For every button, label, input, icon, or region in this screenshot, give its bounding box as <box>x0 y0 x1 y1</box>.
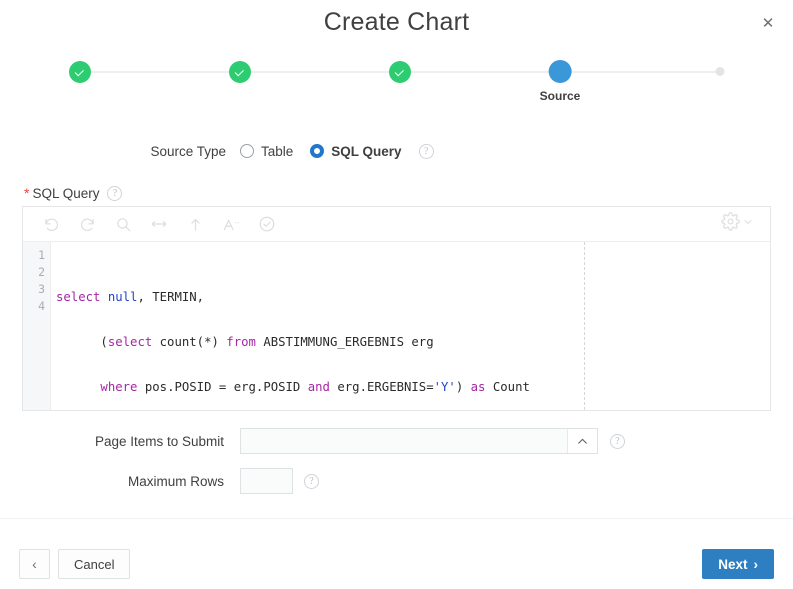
step-1-check-icon <box>69 61 91 83</box>
font-size-icon[interactable] <box>213 211 249 237</box>
page-items-row: Page Items to Submit ? <box>0 428 793 454</box>
page-title: Create Chart <box>323 8 470 36</box>
step-4-label: Source <box>539 89 581 103</box>
radio-label-table: Table <box>261 143 294 159</box>
step-2-check-icon <box>229 61 251 83</box>
sql-editor-toolbar <box>23 207 770 242</box>
upload-icon[interactable] <box>177 211 213 237</box>
sql-query-label: SQL Query <box>32 186 100 201</box>
source-type-row: Source Type Table SQL Query ? <box>0 140 793 162</box>
line-number: 3 <box>38 282 45 296</box>
help-icon-sql-query[interactable]: ? <box>107 186 123 201</box>
line-number: 1 <box>38 248 45 262</box>
chevron-up-icon[interactable] <box>567 429 597 453</box>
step-4-dot-icon <box>548 60 572 83</box>
line-number: 2 <box>38 265 45 279</box>
radio-option-sql-query[interactable]: SQL Query <box>310 143 402 159</box>
page-items-combo[interactable] <box>240 428 598 454</box>
radio-option-table[interactable]: Table <box>240 144 293 159</box>
help-icon-maximum-rows[interactable]: ? <box>304 473 319 489</box>
horizontal-arrows-icon[interactable] <box>141 211 177 237</box>
close-icon[interactable]: ✕ <box>757 12 779 34</box>
maximum-rows-label: Maximum Rows <box>127 473 224 489</box>
chevron-down-icon <box>742 215 754 233</box>
next-button[interactable]: Next › <box>702 549 774 579</box>
step-2[interactable] <box>229 56 251 89</box>
step-3-check-icon <box>389 61 411 83</box>
search-icon[interactable] <box>105 211 141 237</box>
cancel-button[interactable]: Cancel <box>58 549 131 579</box>
sql-code-area[interactable]: select null, TERMIN, (select count(*) fr… <box>51 242 770 410</box>
code-line-3: where pos.POSID = erg.POSID and erg.ERGE… <box>100 380 530 394</box>
sql-query-label-row: * SQL Query ? <box>24 185 123 201</box>
step-1[interactable] <box>69 56 91 89</box>
editor-settings-button[interactable] <box>721 212 760 236</box>
step-5-dot-icon <box>715 67 725 76</box>
maximum-rows-row: Maximum Rows ? <box>0 468 793 494</box>
step-3[interactable] <box>389 56 411 89</box>
print-margin-ruler <box>584 242 585 410</box>
create-chart-dialog: Create Chart ✕ Source Source Type Table … <box>0 0 793 589</box>
maximum-rows-input[interactable] <box>240 468 293 494</box>
code-line-2: (select count(*) from ABSTIMMUNG_ERGEBNI… <box>56 335 434 349</box>
page-items-label: Page Items to Submit <box>94 433 224 449</box>
help-icon-source-type[interactable]: ? <box>418 143 434 159</box>
page-items-input[interactable] <box>241 429 567 453</box>
step-4-source[interactable]: Source <box>539 56 581 103</box>
back-button[interactable]: ‹ <box>19 549 50 579</box>
wizard-stepper: Source <box>0 56 793 106</box>
sql-editor[interactable]: 1 2 3 4 select null, TERMIN, (select cou… <box>22 206 771 411</box>
redo-icon[interactable] <box>69 211 105 237</box>
code-line-1: select null, TERMIN, <box>56 290 205 304</box>
step-5[interactable] <box>715 56 725 82</box>
dialog-footer: ‹ Cancel Next › <box>0 519 793 589</box>
undo-icon[interactable] <box>33 211 69 237</box>
chevron-right-icon: › <box>753 556 759 572</box>
sql-editor-body[interactable]: 1 2 3 4 select null, TERMIN, (select cou… <box>23 242 770 410</box>
gear-icon <box>721 212 740 236</box>
help-icon-page-items[interactable]: ? <box>610 433 625 449</box>
line-number: 4 <box>38 299 45 313</box>
check-circle-icon[interactable] <box>249 211 285 237</box>
next-button-label: Next <box>718 556 748 572</box>
radio-icon-sql-query <box>310 144 325 158</box>
radio-icon-table <box>240 144 254 158</box>
radio-label-sql-query: SQL Query <box>331 143 402 159</box>
required-marker: * <box>24 185 30 201</box>
source-type-label: Source Type <box>150 143 226 159</box>
line-number-gutter: 1 2 3 4 <box>23 242 51 410</box>
